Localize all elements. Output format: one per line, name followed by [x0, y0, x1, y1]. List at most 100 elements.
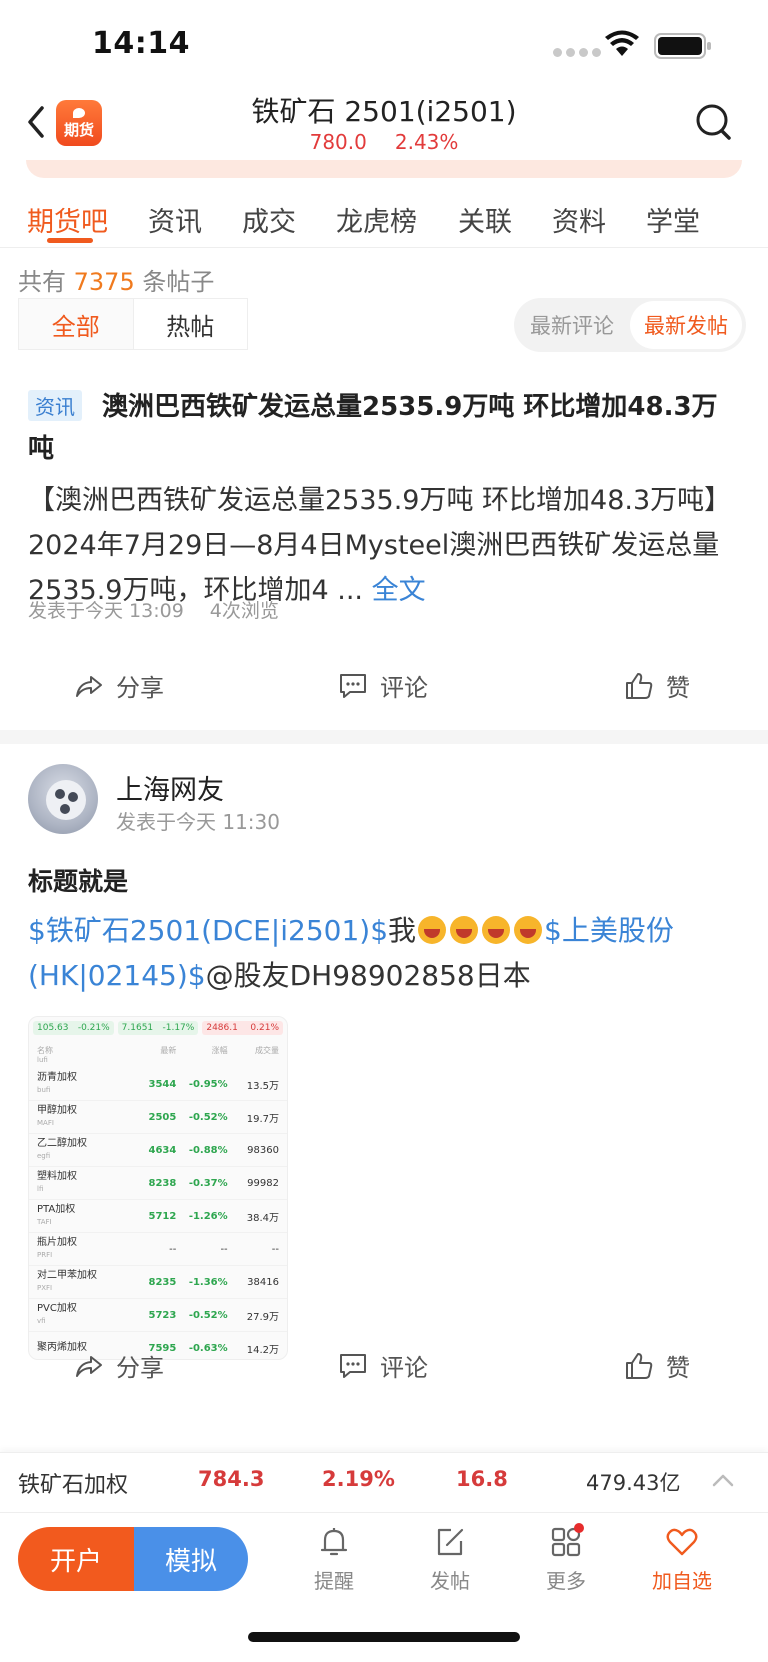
tabbar-watchlist-label: 加自选	[652, 1569, 712, 1593]
share-label: 分享	[116, 1354, 164, 1382]
share-button[interactable]: 分享	[74, 668, 164, 703]
post1-actions: 分享 评论 赞	[0, 660, 768, 710]
ticker-price: 784.3	[198, 1467, 265, 1491]
like-label: 赞	[666, 674, 690, 702]
sort-latest-post[interactable]: 最新发帖	[630, 301, 742, 349]
comment-label: 评论	[380, 674, 428, 702]
filter-hot[interactable]: 热帖	[134, 299, 248, 349]
section-tabs: 期货吧 资讯 成交 龙虎榜 关联 资料 学堂	[0, 186, 768, 248]
tabbar-more[interactable]: 更多	[526, 1523, 606, 1594]
like-button[interactable]: 赞	[624, 1348, 690, 1383]
thumb-table-row: 乙二醇加权 egfi 4634 -0.88% 98360	[29, 1134, 287, 1167]
post2-title[interactable]: 标题就是	[28, 862, 128, 898]
thumb-row-last: 4634	[148, 1144, 177, 1156]
thumb-header-name: 名称	[37, 1046, 53, 1055]
post1-body[interactable]: 【澳洲巴西铁矿发运总量2535.9万吨 环比增加48.3万吨】2024年7月29…	[28, 478, 740, 613]
tabbar-post[interactable]: 发帖	[410, 1525, 490, 1594]
title-quote: 780.0 2.43%	[0, 130, 768, 154]
tabbar-post-label: 发帖	[430, 1569, 470, 1593]
thumb-row-label: 甲醇加权	[37, 1105, 77, 1116]
thumb-row-change: -1.36%	[188, 1276, 228, 1288]
thumb-row-name: 甲醇加权 MAFI	[37, 1105, 125, 1129]
thumb-index-change: 0.21%	[250, 1023, 280, 1033]
thumb-table-row: PVC加权 vfi 5723 -0.52% 27.9万	[29, 1299, 287, 1332]
thumb-index-2: 7.1651 -1.17%	[117, 1021, 199, 1035]
compose-icon	[437, 1528, 464, 1556]
tab-forum[interactable]: 期货吧	[27, 200, 108, 239]
tab-news[interactable]: 资讯	[148, 200, 202, 239]
stock-link-iron-ore[interactable]: $铁矿石2501(DCE|i2501)$	[28, 914, 388, 947]
heart-icon	[666, 1528, 698, 1556]
thumb-row-code: vfi	[37, 1317, 46, 1325]
sort-toggle: 最新评论 最新发帖	[514, 298, 746, 352]
chevron-up-icon[interactable]	[712, 1473, 734, 1487]
post2-actions: 分享 评论 赞	[0, 1340, 768, 1390]
thumb-table-row: 对二甲苯加权 PXFI 8235 -1.36% 38416	[29, 1266, 287, 1299]
simulate-button[interactable]: 模拟	[134, 1527, 248, 1591]
tab-rankings[interactable]: 龙虎榜	[336, 200, 417, 239]
thumb-index-change: -1.17%	[162, 1023, 195, 1033]
battery-icon	[654, 33, 711, 59]
thumb-table-row: 沥青加权 bufi 3544 -0.95% 13.5万	[29, 1068, 287, 1101]
quote-ticker[interactable]: 铁矿石加权 784.3 2.19% 16.8 479.43亿	[0, 1452, 768, 1512]
sort-latest-comment[interactable]: 最新评论	[514, 298, 630, 352]
thumb-index-value: 105.63	[37, 1023, 69, 1033]
thumb-row-volume: --	[271, 1243, 279, 1255]
notification-dot	[574, 1523, 584, 1533]
comment-button[interactable]: 评论	[338, 1348, 428, 1383]
like-button[interactable]: 赞	[624, 668, 690, 703]
post1-views: 4次浏览	[209, 600, 279, 622]
thumb-table-body: 沥青加权 bufi 3544 -0.95% 13.5万 甲醇加权 MAFI 2505 -0.52…	[29, 1068, 287, 1359]
post2-text-2: @股友DH98902858日本	[205, 959, 531, 992]
thumb-row-last: 5723	[148, 1309, 177, 1321]
thumb-row-volume: 98360	[247, 1144, 279, 1156]
thumb-row-code: PRFI	[37, 1251, 53, 1259]
page-title: 铁矿石 2501(i2501)	[251, 95, 517, 128]
thumb-row-label: PVC加权	[37, 1303, 77, 1314]
comment-button[interactable]: 评论	[338, 668, 428, 703]
thumb-row-name: 乙二醇加权 egfi	[37, 1138, 125, 1162]
tabbar-watchlist[interactable]: 加自选	[642, 1525, 722, 1594]
comment-icon	[340, 673, 366, 698]
tab-info[interactable]: 资料	[552, 200, 606, 239]
post2-body[interactable]: $铁矿石2501(DCE|i2501)$我 $上美股份(HK|02145)$@股友…	[28, 908, 740, 998]
thumb-row-name: 瓶片加权 PRFI	[37, 1237, 125, 1261]
thumb-header-change: 涨幅	[211, 1046, 228, 1055]
comment-label: 评论	[380, 1354, 428, 1382]
thumb-row-name: 沥青加权 bufi	[37, 1072, 125, 1096]
full-text-link[interactable]: 全文	[372, 575, 426, 606]
post-divider	[0, 730, 768, 744]
share-button[interactable]: 分享	[74, 1348, 164, 1383]
thumb-row-volume: 99982	[247, 1177, 279, 1189]
post-count: 共有 7375 条帖子	[18, 262, 214, 297]
wifi-icon	[605, 30, 639, 56]
thumb-row-last: --	[169, 1243, 177, 1255]
thumb-row-name: PVC加权 vfi	[37, 1303, 125, 1327]
tabbar-alert[interactable]: 提醒	[294, 1525, 374, 1594]
thumb-index-bar: 105.63 -0.21% 7.1651 -1.17% 2486.1 0.21%	[29, 1017, 287, 1039]
tab-academy[interactable]: 学堂	[646, 200, 700, 239]
post-image-thumbnail[interactable]: 105.63 -0.21% 7.1651 -1.17% 2486.1 0.21% 名称…	[28, 1016, 288, 1360]
post1-title[interactable]: 澳洲巴西铁矿发运总量2535.9万吨 环比增加48.3万吨	[28, 386, 738, 470]
ticker-name: 铁矿石加权	[18, 1473, 129, 1498]
avatar[interactable]	[28, 764, 98, 834]
thumb-row-code: lfi	[37, 1185, 44, 1193]
tab-trades[interactable]: 成交	[242, 200, 296, 239]
thumb-row-volume: 19.7万	[246, 1113, 279, 1125]
thumb-table-row: PTA加权 TAFI 5712 -1.26% 38.4万	[29, 1200, 287, 1233]
tab-related[interactable]: 关联	[458, 200, 512, 239]
thumb-header-last: 最新	[160, 1046, 177, 1055]
thumb-row-label: 瓶片加权	[37, 1237, 77, 1248]
thumb-header-volume: 成交量	[254, 1046, 279, 1055]
thumb-row-name: 对二甲苯加权 PXFI	[37, 1270, 125, 1294]
author-name[interactable]: 上海网友	[116, 768, 224, 807]
open-account-button[interactable]: 开户	[18, 1527, 134, 1591]
filter-all[interactable]: 全部	[19, 299, 134, 349]
thumb-index-3: 2486.1 0.21%	[202, 1021, 284, 1035]
status-bar: 14:14	[0, 0, 768, 90]
news-tag: 资讯	[28, 390, 82, 421]
thumb-index-1: 105.63 -0.21%	[33, 1021, 114, 1035]
search-icon[interactable]	[694, 102, 734, 142]
thumb-row-change: -0.95%	[188, 1078, 228, 1090]
thumb-row-name: PTA加权 TAFI	[37, 1204, 125, 1228]
